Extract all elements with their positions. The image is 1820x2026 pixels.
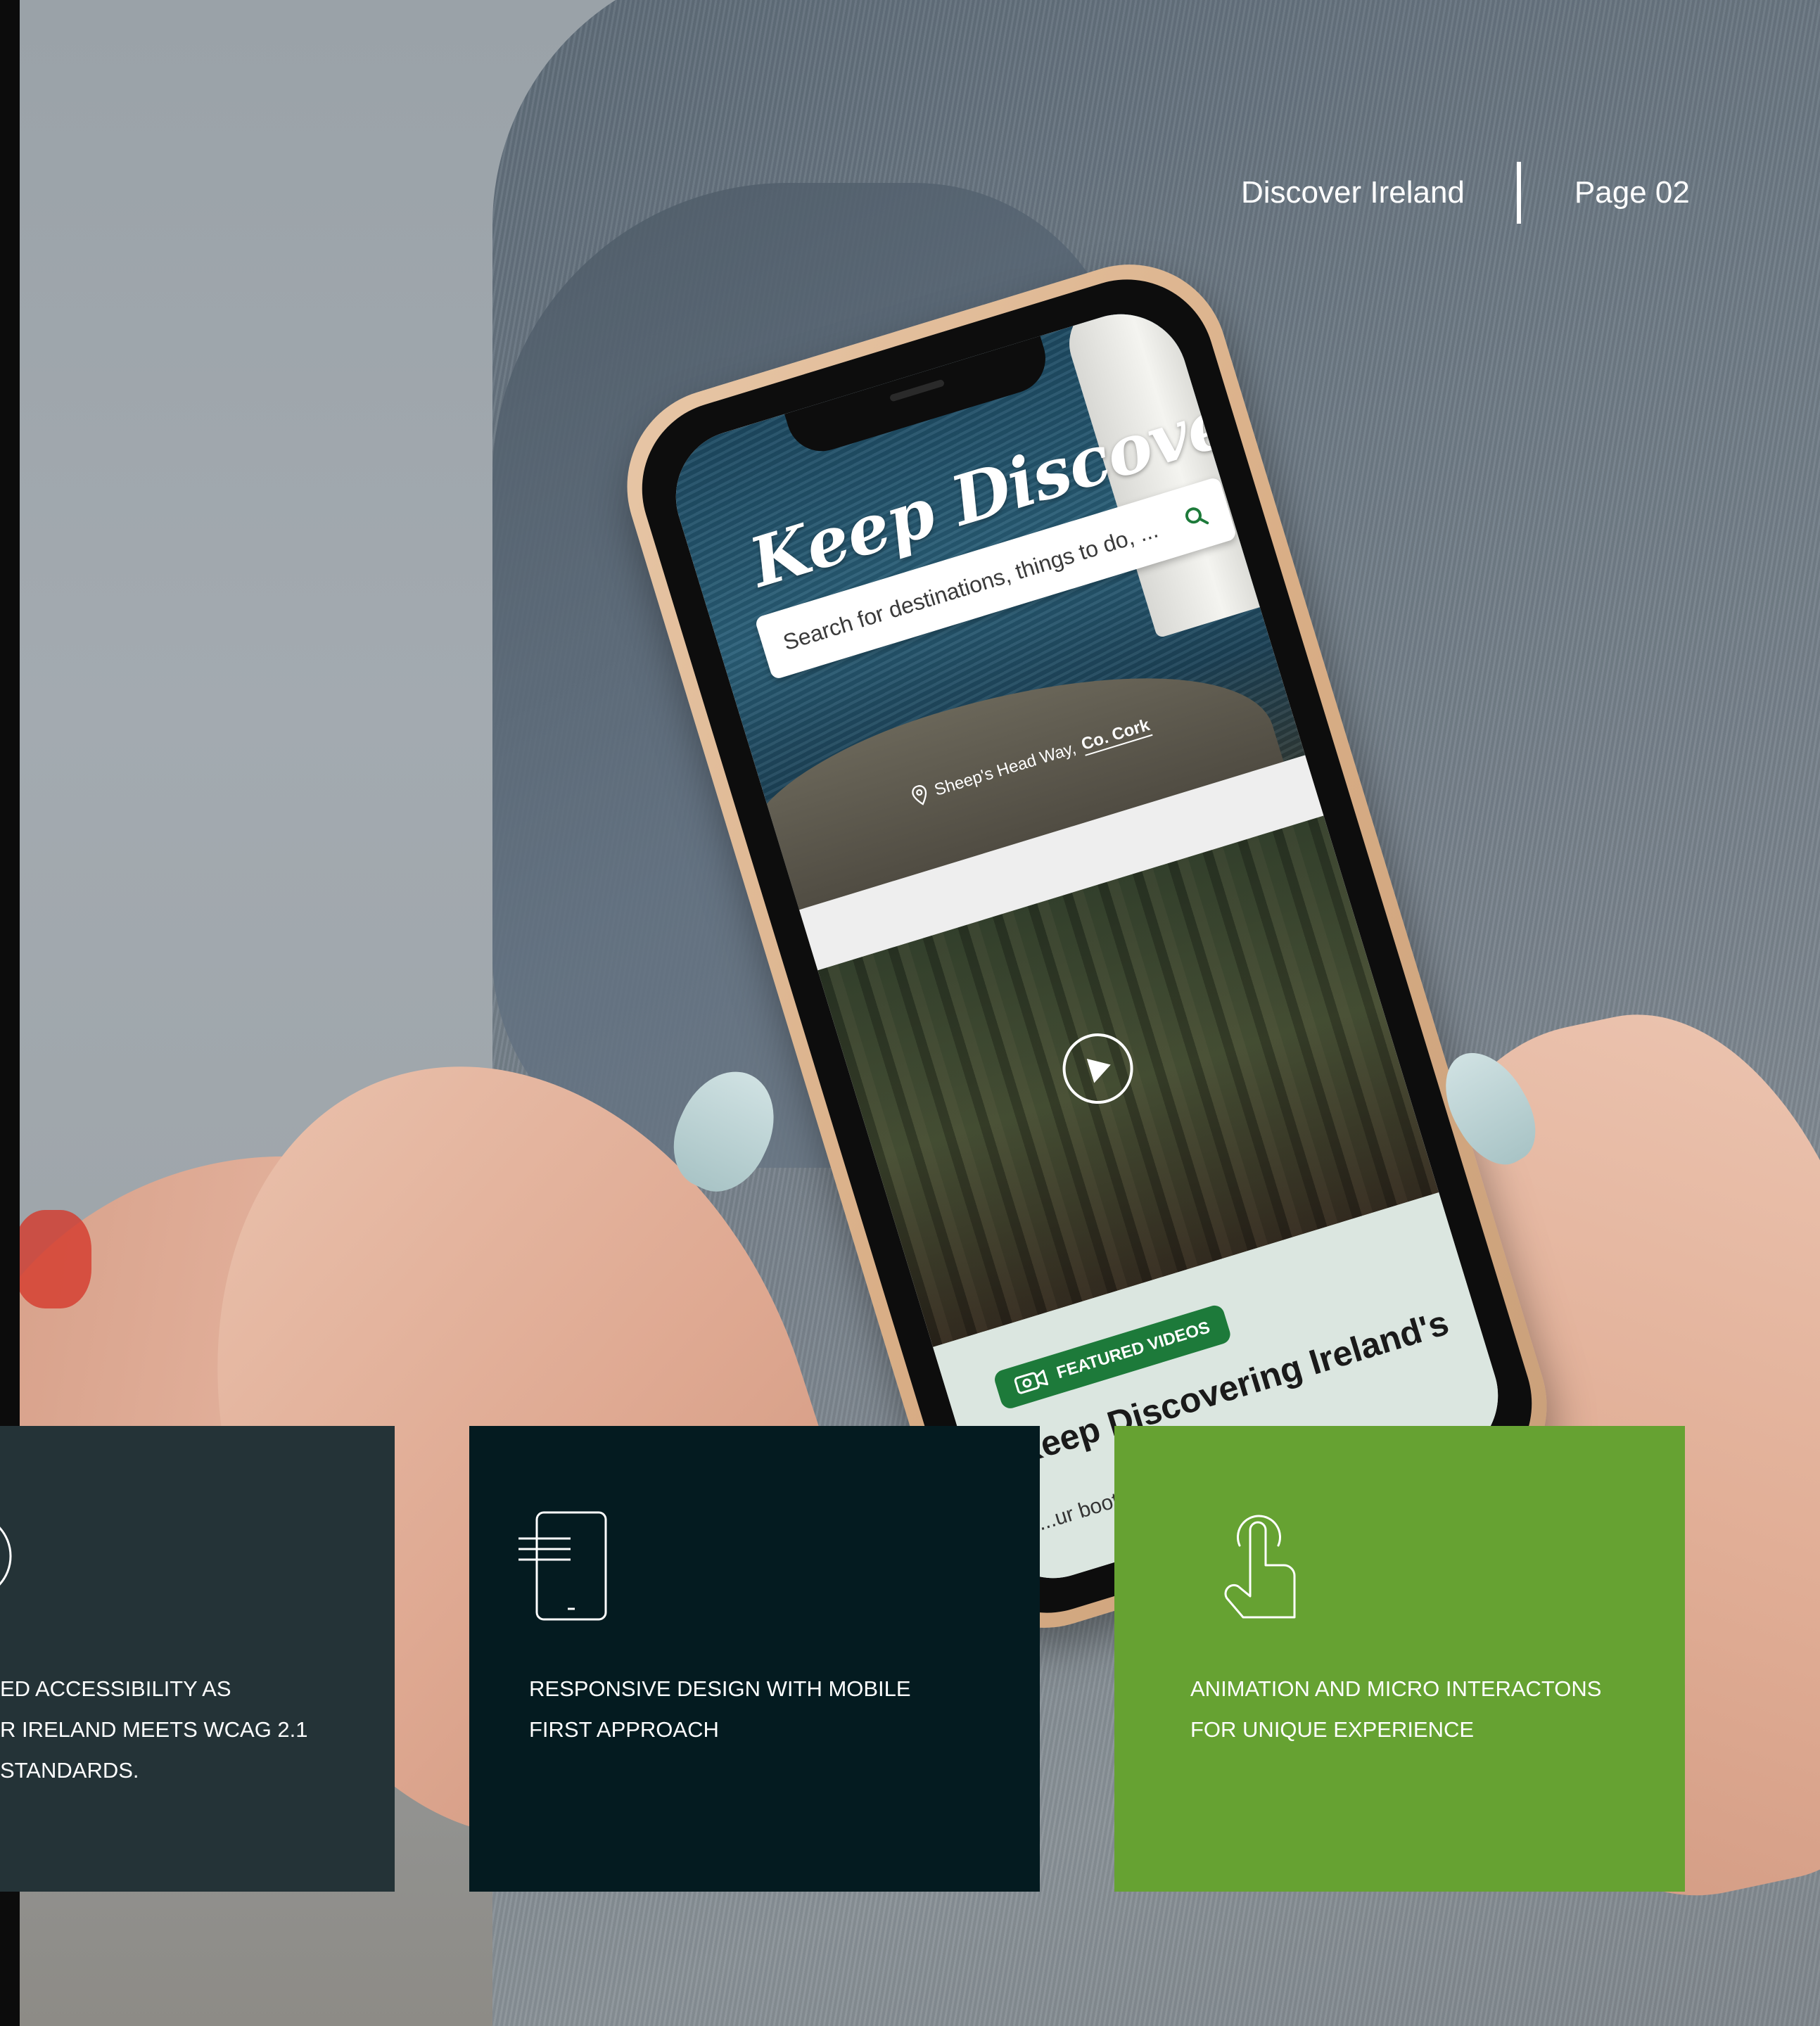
badge-label: FEATURED VIDEOS (1054, 1318, 1213, 1383)
feature-card-text: ANIMATION AND MICRO INTERACTONS FOR UNIQ… (1190, 1676, 1602, 1742)
page-header: Discover Ireland Page 02 (1241, 162, 1690, 224)
feature-card-text: ED ACCESSIBILITY AS R IRELAND MEETS WCAG… (0, 1676, 308, 1783)
feature-card-animation: ANIMATION AND MICRO INTERACTONS FOR UNIQ… (1114, 1426, 1685, 1892)
video-camera-icon (1014, 1370, 1049, 1394)
tap-gesture-icon (1224, 1515, 1296, 1619)
page-number: Page 02 (1574, 175, 1690, 210)
play-button[interactable] (1054, 1024, 1143, 1113)
red-accent (14, 1210, 91, 1308)
feature-card-accessibility: ED ACCESSIBILITY AS R IRELAND MEETS WCAG… (0, 1426, 395, 1892)
feature-card-responsive: RESPONSIVE DESIGN WITH MOBILE FIRST APPR… (469, 1426, 1040, 1892)
feature-card-text: RESPONSIVE DESIGN WITH MOBILE FIRST APPR… (529, 1676, 911, 1742)
accessibility-icon (0, 1527, 12, 1586)
mobile-device-icon (518, 1511, 607, 1621)
brand-name: Discover Ireland (1241, 175, 1465, 210)
header-divider (1516, 162, 1521, 224)
speaker-grill (889, 378, 946, 402)
